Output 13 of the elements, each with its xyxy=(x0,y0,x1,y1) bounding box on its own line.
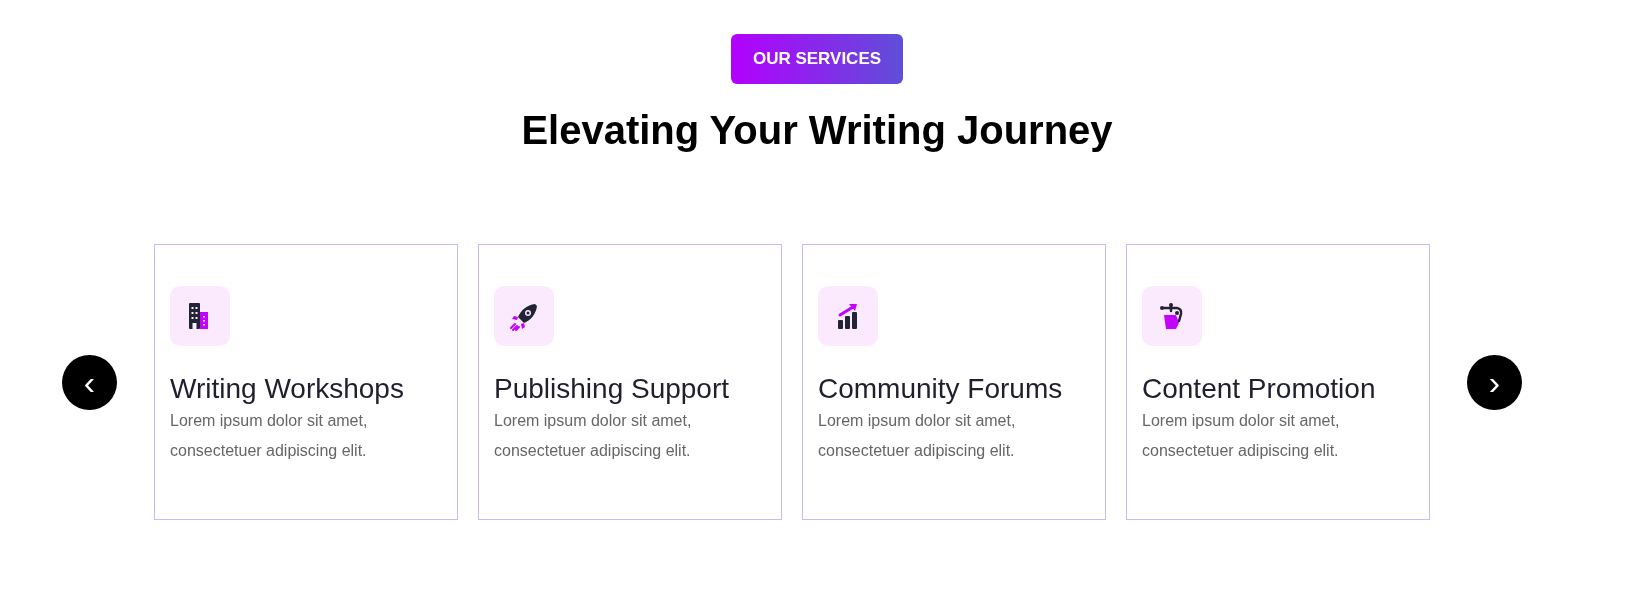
section-badge: OUR SERVICES xyxy=(730,34,904,84)
service-description: Lorem ipsum dolor sit amet, consectetuer adipiscing elit. xyxy=(494,410,693,461)
service-title: Writing Workshops xyxy=(170,372,405,406)
service-description: Lorem ipsum dolor sit amet, consectetuer adipiscing elit. xyxy=(1142,410,1341,461)
service-title: Content Promotion xyxy=(1142,372,1377,406)
service-title: Publishing Support xyxy=(494,372,731,406)
previous-button[interactable]: ‹ xyxy=(62,354,117,410)
service-description: Lorem ipsum dolor sit amet, consectetuer adipiscing elit. xyxy=(170,410,369,461)
rocket-icon xyxy=(509,301,539,331)
next-button[interactable]: › xyxy=(1467,354,1522,410)
section-heading: Elevating Your Writing Journey xyxy=(520,107,1114,154)
service-title: Community Forums xyxy=(818,372,1064,406)
service-description: Lorem ipsum dolor sit amet, consectetuer adipiscing elit. xyxy=(818,410,1017,461)
